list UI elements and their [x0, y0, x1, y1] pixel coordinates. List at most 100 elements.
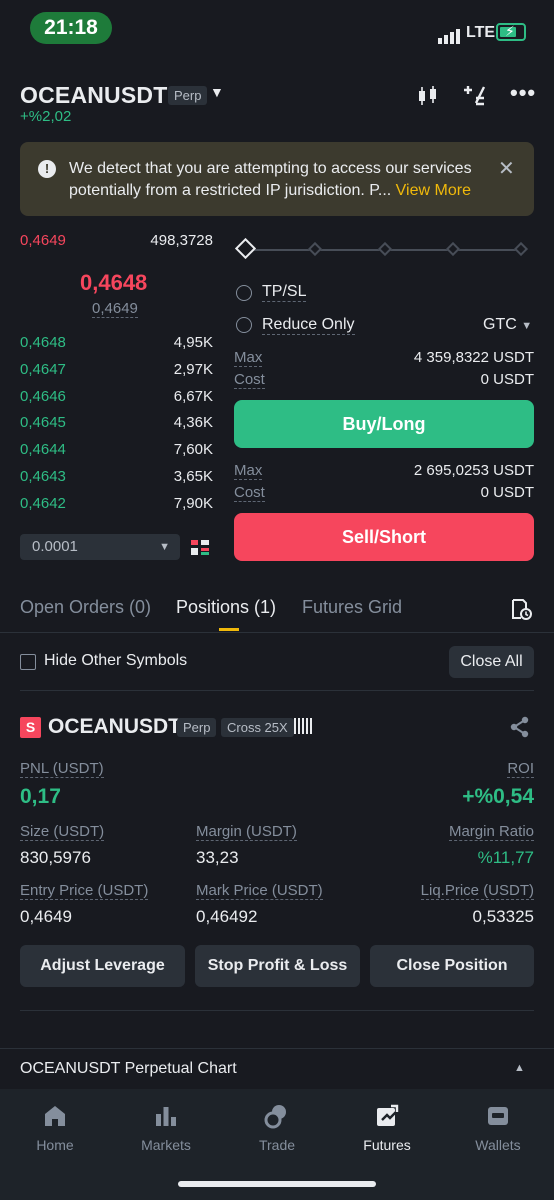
chevron-down-icon: ▼ — [159, 541, 170, 553]
bid-qty: 7,60K — [173, 441, 213, 458]
order-history-icon[interactable] — [510, 598, 532, 625]
sell-cost-label: Cost — [234, 484, 265, 502]
sell-cost-value: 0 USDT — [480, 484, 534, 501]
nav-markets[interactable]: Markets — [111, 1101, 221, 1153]
network-label: LTE — [466, 24, 496, 41]
buy-cost-label: Cost — [234, 371, 265, 389]
entry-price-label: Entry Price (USDT) — [20, 882, 149, 900]
margin-label: Margin (USDT) — [196, 823, 297, 841]
symbol-title[interactable]: OCEANUSDT — [20, 82, 167, 109]
tpsl-radio[interactable] — [236, 285, 252, 301]
home-icon — [0, 1101, 110, 1131]
time-in-force-value: GTC — [483, 316, 517, 333]
stop-profit-loss-button[interactable]: Stop Profit & Loss — [195, 945, 360, 987]
sell-max-value: 2 695,0253 USDT — [413, 462, 534, 479]
bid-price: 0,4644 — [20, 441, 66, 458]
pnl-value: 0,17 — [20, 785, 61, 808]
hide-other-symbols-checkbox[interactable] — [20, 654, 36, 670]
tab-open-orders[interactable]: Open Orders (0) — [20, 597, 151, 618]
margin-ratio-value: %11,77 — [477, 848, 534, 867]
chevron-up-icon[interactable]: ▲ — [514, 1062, 525, 1074]
orderbook-layout-icon[interactable] — [191, 538, 211, 558]
position-contract-tag: Perp — [177, 718, 217, 737]
bid-qty: 6,67K — [173, 388, 213, 405]
leverage-slider[interactable] — [234, 237, 534, 260]
bid-qty: 4,36K — [173, 414, 213, 431]
nav-label: Futures — [363, 1137, 411, 1153]
more-options-icon[interactable]: ••• — [510, 80, 536, 106]
close-icon[interactable]: ✕ — [498, 156, 515, 181]
short-side-badge: S — [20, 717, 41, 738]
bid-row[interactable]: 0,4645 4,36K — [20, 414, 213, 440]
mark-price: 0,4649 — [92, 300, 138, 318]
bid-qty: 4,95K — [173, 334, 213, 351]
nav-label: Trade — [258, 1137, 296, 1153]
tick-size-select[interactable]: 0.0001 ▼ — [20, 534, 180, 560]
price-change: +%2,02 — [20, 108, 72, 125]
hide-other-symbols-label: Hide Other Symbols — [44, 652, 188, 669]
mark-price-label: Mark Price (USDT) — [196, 882, 323, 900]
margin-ratio-label: Margin Ratio — [448, 823, 534, 841]
tick-size-value: 0.0001 — [32, 538, 78, 555]
bid-price: 0,4647 — [20, 361, 66, 378]
adl-indicator-icon — [294, 718, 314, 739]
buy-long-button[interactable]: Buy/Long — [234, 400, 534, 448]
ask-qty: 498,3728 — [150, 232, 213, 249]
tab-positions[interactable]: Positions (1) — [176, 597, 276, 618]
liq-price-label: Liq.Price (USDT) — [420, 882, 534, 900]
pnl-label: PNL (USDT) — [20, 760, 104, 778]
alert-icon: ! — [38, 160, 56, 178]
close-position-button[interactable]: Close Position — [370, 945, 534, 987]
buy-cost-value: 0 USDT — [480, 371, 534, 388]
margin-value: 33,23 — [196, 848, 239, 867]
share-icon[interactable] — [510, 716, 530, 743]
bid-price: 0,4643 — [20, 468, 66, 485]
bid-row[interactable]: 0,4647 2,97K — [20, 361, 213, 387]
bid-row[interactable]: 0,4646 6,67K — [20, 388, 213, 414]
nav-label: Wallets — [475, 1137, 521, 1153]
futures-icon — [332, 1101, 442, 1131]
home-indicator[interactable] — [178, 1181, 376, 1187]
nav-home[interactable]: Home — [0, 1101, 110, 1153]
mark-price-value: 0,46492 — [196, 907, 258, 926]
restricted-ip-banner: ! We detect that you are attempting to a… — [20, 142, 534, 216]
position-margin-tag[interactable]: Cross 25X — [221, 718, 294, 737]
bid-row[interactable]: 0,4644 7,60K — [20, 441, 213, 467]
bid-row[interactable]: 0,4648 4,95K — [20, 334, 213, 360]
nav-label: Home — [36, 1137, 74, 1153]
roi-value: +%0,54 — [462, 785, 534, 808]
calculator-icon[interactable] — [462, 83, 486, 113]
wallet-icon — [443, 1101, 553, 1131]
bid-price: 0,4646 — [20, 388, 66, 405]
active-tab-indicator — [219, 628, 239, 631]
bid-row[interactable]: 0,4642 7,90K — [20, 495, 213, 521]
chart-bar-label[interactable]: OCEANUSDT Perpetual Chart — [20, 1060, 237, 1078]
close-all-button[interactable]: Close All — [449, 646, 534, 678]
bid-price: 0,4645 — [20, 414, 66, 431]
signal-icon — [438, 26, 462, 44]
nav-futures[interactable]: Futures — [332, 1101, 442, 1153]
adjust-leverage-button[interactable]: Adjust Leverage — [20, 945, 185, 987]
liq-price-value: 0,53325 — [472, 907, 534, 926]
banner-message: We detect that you are attempting to acc… — [69, 158, 489, 202]
view-more-link[interactable]: View More — [396, 182, 471, 199]
ask-price: 0,4649 — [20, 232, 66, 249]
divider — [0, 632, 554, 633]
reduce-only-label: Reduce Only — [262, 316, 355, 335]
reduce-only-radio[interactable] — [236, 317, 252, 333]
ask-row[interactable]: 0,4649 498,3728 — [20, 232, 213, 258]
nav-wallets[interactable]: Wallets — [443, 1101, 553, 1153]
bid-price: 0,4648 — [20, 334, 66, 351]
tab-futures-grid[interactable]: Futures Grid — [302, 597, 402, 618]
position-symbol[interactable]: OCEANUSDT — [48, 715, 181, 739]
bid-row[interactable]: 0,4643 3,65K — [20, 468, 213, 494]
markets-icon — [111, 1101, 221, 1131]
nav-trade[interactable]: Trade — [222, 1101, 332, 1153]
roi-label: ROI — [507, 760, 534, 778]
candlestick-chart-icon[interactable] — [416, 84, 440, 113]
bid-qty: 2,97K — [173, 361, 213, 378]
buy-max-value: 4 359,8322 USDT — [413, 349, 534, 366]
sell-short-button[interactable]: Sell/Short — [234, 513, 534, 561]
time-in-force-select[interactable]: GTC ▼ — [483, 316, 532, 334]
symbol-dropdown-icon[interactable]: ▼ — [210, 84, 224, 100]
